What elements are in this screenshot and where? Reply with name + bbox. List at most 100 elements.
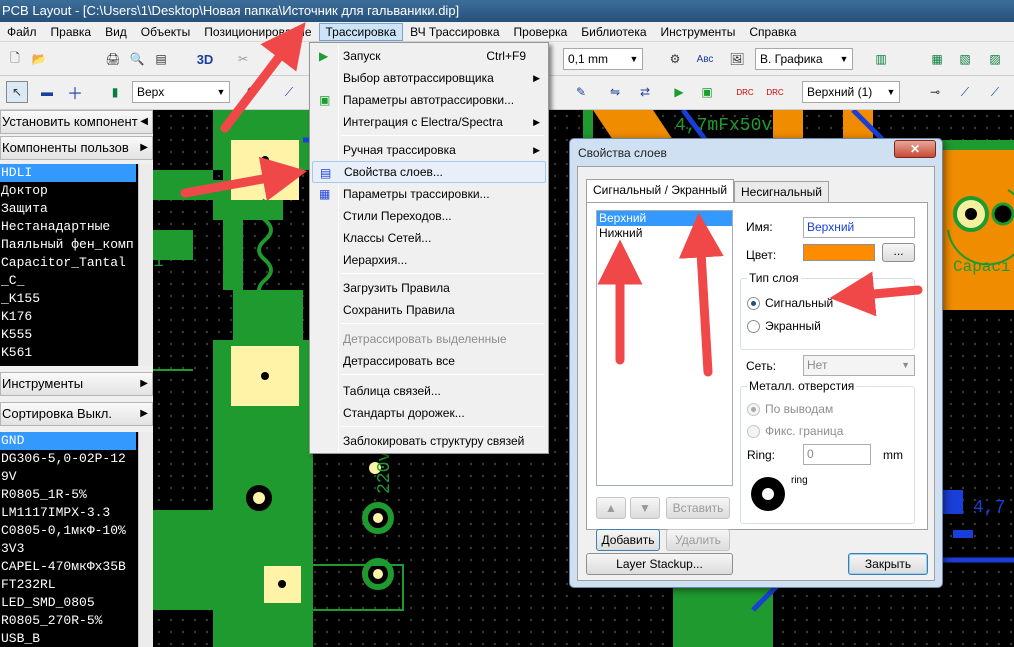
list-item[interactable]: LM1117IMPX-3.3 [0,504,136,522]
pointer-icon[interactable]: ↖ [6,81,28,103]
menu-edit[interactable]: Правка [44,23,99,41]
layer-list[interactable]: Верхний Нижний [596,210,733,486]
fixed-border-radio[interactable] [747,425,760,438]
net-list[interactable]: GND DG306-5,0-02P-12 9V R0805_1R-5% LM11… [0,432,153,647]
menu-view[interactable]: Вид [98,23,134,41]
via-icon[interactable]: ⊸ [924,81,946,103]
menu-item-connection-table[interactable]: Таблица связей... [312,380,546,402]
by-pins-radio[interactable] [747,403,760,416]
menu-item-select-autorouter[interactable]: Выбор автотрассировщика ▶ [312,67,546,89]
route-net-icon[interactable]: ⇋ [604,81,626,103]
menu-item-autorouter-params[interactable]: ▣ Параметры автотрассировки... [312,89,546,111]
list-item[interactable]: K176 [0,308,136,326]
menu-item-lock-connections[interactable]: Заблокировать структуру связей [312,430,546,452]
menu-rf-routing[interactable]: ВЧ Трассировка [403,23,506,41]
list-item[interactable]: Доктор [0,182,136,200]
menu-item-load-rules[interactable]: Загрузить Правила [312,277,546,299]
chip-icon[interactable]: ▬ [36,81,58,103]
list-item[interactable]: Паяльный фен_комп [0,236,136,254]
delete-button[interactable]: Удалить [666,529,730,551]
menu-objects[interactable]: Объекты [134,23,198,41]
list-item[interactable]: LED_SMD_0805 [0,594,136,612]
binoculars-icon[interactable]: ⚲ [240,81,262,103]
component-place-icon[interactable]: ▮ [104,81,126,103]
install-component-header[interactable]: Установить компонент ◀ [0,110,153,134]
new-icon[interactable]: 🗋 [4,48,26,70]
run-icon[interactable]: ▶ [668,81,690,103]
add-button[interactable]: Добавить [596,529,660,551]
group-icon[interactable]: ▧ [954,48,976,70]
list-item[interactable]: 9V [0,468,136,486]
drc-settings-icon[interactable]: DRC [764,81,786,103]
list-item[interactable]: _C_ [0,272,136,290]
menu-help[interactable]: Справка [742,23,803,41]
menu-item-layer-properties[interactable]: ▤ Свойства слоев... [312,161,546,183]
close-dialog-button[interactable]: Закрыть [848,553,928,575]
menu-file[interactable]: Файл [0,23,44,41]
dialog-close-button[interactable]: ✕ [894,140,936,158]
list-item[interactable]: C0805-0,1мкФ-10% [0,522,136,540]
menu-library[interactable]: Библиотека [574,23,653,41]
insert-button[interactable]: Вставить [666,497,730,519]
list-item[interactable]: USB_B [0,630,136,647]
graphics-select[interactable]: В. Графика ▼ [755,48,853,70]
list-item[interactable]: _K155 [0,290,136,308]
tab-nonsignal[interactable]: Несигнальный [734,181,829,202]
preview-icon[interactable]: 🔍 [126,48,148,70]
signal-radio[interactable] [747,297,760,310]
tab-signal-screen[interactable]: Сигнальный / Экранный [586,179,735,202]
open-icon[interactable]: 📂 [28,48,50,70]
cross-icon[interactable]: ＋ [64,81,86,103]
screen-radio[interactable] [747,320,760,333]
name-field[interactable]: Верхний [803,217,915,238]
trace-arc-icon[interactable]: ⟋ [984,81,1006,103]
grid-select[interactable]: 0,1 mm ▼ [563,48,643,70]
menu-item-hierarchy[interactable]: Иерархия... [312,249,546,271]
net-select[interactable]: Нет ▼ [803,355,915,376]
list-item[interactable]: 3V3 [0,540,136,558]
menu-routing[interactable]: Трассировка [318,22,404,41]
image-icon[interactable]: 🖼 [726,48,748,70]
menu-verify[interactable]: Проверка [507,23,575,41]
move-up-button[interactable]: ▲ [596,497,626,519]
route-icon[interactable]: ⟋ [278,81,300,103]
cut-icon[interactable]: ✂ [232,48,254,70]
list-item[interactable]: GND [0,432,136,450]
list-item[interactable]: DG306-5,0-02P-12 [0,450,136,468]
tools-header[interactable]: Инструменты ▶ [0,372,153,396]
array-icon[interactable]: ▨ [984,48,1006,70]
menu-item-net-classes[interactable]: Классы Сетей... [312,227,546,249]
abc-button[interactable]: Авс [694,48,716,70]
menu-item-track-standards[interactable]: Стандарты дорожек... [312,402,546,424]
color-picker-button[interactable]: ... [882,243,915,262]
draw-icon[interactable]: ✎ [570,81,592,103]
print-icon[interactable]: 🖨 [102,48,124,70]
settings-icon[interactable]: ⚙ [664,48,686,70]
trace-icon[interactable]: ⟋ [954,81,976,103]
list-item[interactable]: Нестанадартные [0,218,136,236]
ring-field[interactable]: 0 [803,444,871,465]
menu-item-manual-routing[interactable]: Ручная трассировка ▶ [312,139,546,161]
move-down-button[interactable]: ▼ [630,497,660,519]
drc-icon[interactable]: DRC [734,81,756,103]
menu-item-unroute-selected[interactable]: Детрассировать выделенные [312,328,546,350]
menu-item-save-rules[interactable]: Сохранить Правила [312,299,546,321]
list-item[interactable]: HDLI [0,164,136,182]
top-layer-select[interactable]: Верхний (1) ▼ [802,81,900,103]
unroute-icon[interactable]: ⇄ [634,81,656,103]
component-list[interactable]: HDLI Доктор Защита Нестанадартные Паяльн… [0,164,153,366]
layer-list-item[interactable]: Верхний [597,211,732,226]
menu-placement[interactable]: Позиционирование [197,23,318,41]
pad-icon[interactable]: ▦ [926,48,948,70]
user-components-header[interactable]: Компоненты пользов ▶ [0,136,153,160]
list-item[interactable]: FT232RL [0,576,136,594]
layer-select[interactable]: Верх ▼ [132,81,230,103]
sort-header[interactable]: Сортировка Выкл. ▶ [0,402,153,426]
list-item[interactable]: Capacitor_Tantal [0,254,136,272]
layer-list-item[interactable]: Нижний [597,226,732,241]
list-item[interactable]: CAPEL-470мкФx35В [0,558,136,576]
menu-item-start[interactable]: ▶ Запуск Ctrl+F9 [312,45,546,67]
menu-item-unroute-all[interactable]: Детрассировать все [312,350,546,372]
list-item[interactable]: Защита [0,200,136,218]
list-item[interactable]: K561 [0,344,136,362]
